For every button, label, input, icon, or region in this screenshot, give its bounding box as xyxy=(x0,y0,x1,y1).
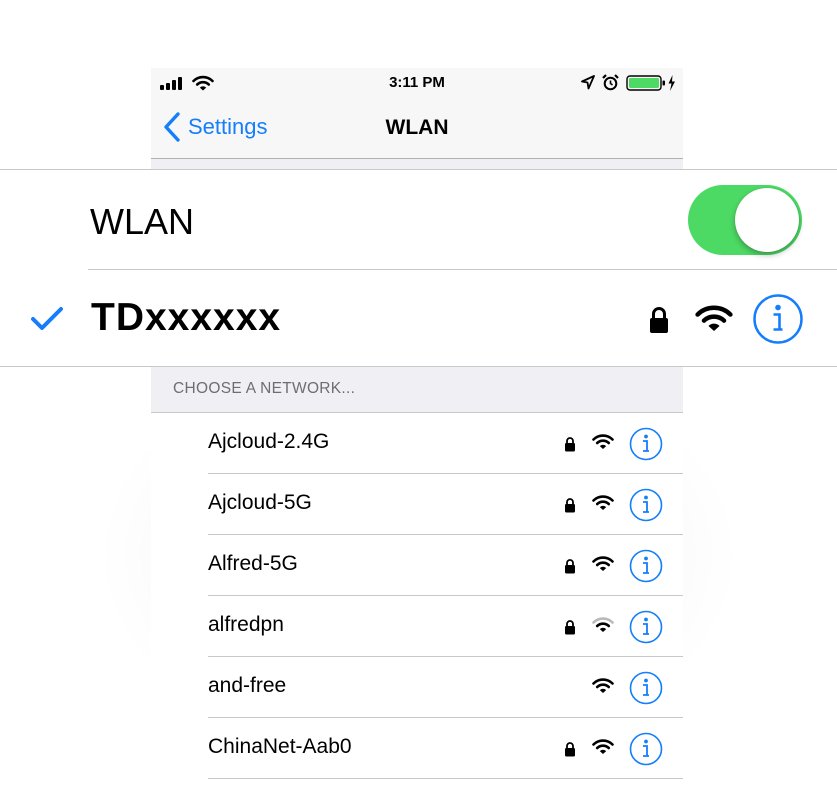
section-header-label: CHOOSE A NETWORK... xyxy=(173,380,356,397)
wlan-toggle[interactable] xyxy=(688,185,802,255)
wifi-signal-icon xyxy=(592,433,614,455)
wifi-signal-icon xyxy=(695,305,733,331)
wlan-toggle-label: WLAN xyxy=(90,201,195,242)
toggle-knob xyxy=(735,188,799,252)
network-row[interactable]: and-free xyxy=(151,657,683,718)
checkmark-icon xyxy=(31,307,63,330)
zoomed-wlan-panel: WLAN TDxxxxxx xyxy=(0,169,837,367)
lock-icon xyxy=(564,558,576,579)
info-icon[interactable] xyxy=(752,293,804,345)
lock-icon xyxy=(650,307,668,333)
alarm-clock-icon xyxy=(602,74,619,91)
divider xyxy=(88,269,837,270)
network-name: and-free xyxy=(208,674,287,697)
wifi-signal-icon xyxy=(592,738,614,760)
page-title: WLAN xyxy=(385,116,449,139)
wifi-signal-icon xyxy=(592,555,614,577)
network-row[interactable]: ChinaNet-Aab0 xyxy=(151,718,683,779)
connected-network-name: TDxxxxxx xyxy=(91,296,282,339)
info-icon[interactable] xyxy=(629,671,663,710)
network-row[interactable]: Ajcloud-5G xyxy=(151,474,683,535)
wifi-signal-icon xyxy=(592,677,614,699)
network-list: Ajcloud-2.4G Ajcloud-5G Alfred-5G alfredpn a… xyxy=(151,413,683,792)
info-icon[interactable] xyxy=(629,549,663,588)
lock-icon xyxy=(564,619,576,640)
network-name: Ajcloud-2.4G xyxy=(208,430,330,453)
location-arrow-icon xyxy=(581,75,595,90)
wifi-signal-icon xyxy=(592,494,614,516)
network-row[interactable]: alfredpn xyxy=(151,596,683,657)
network-row[interactable]: Alfred-5G xyxy=(151,535,683,596)
info-icon[interactable] xyxy=(629,427,663,466)
lock-icon xyxy=(564,497,576,518)
section-header: CHOOSE A NETWORK... xyxy=(151,366,683,413)
battery-charging-icon xyxy=(626,75,675,91)
network-name: Alfred-5G xyxy=(208,552,298,575)
network-name: ChinaNet-Aab0 xyxy=(208,735,352,758)
info-icon[interactable] xyxy=(629,610,663,649)
network-name: Ajcloud-5G xyxy=(208,491,312,514)
row-divider xyxy=(208,778,683,779)
network-row[interactable]: Ajcloud-2.4G xyxy=(151,413,683,474)
info-icon[interactable] xyxy=(629,488,663,527)
lock-icon xyxy=(564,741,576,762)
navigation-bar: Settings WLAN xyxy=(151,98,683,159)
network-name: alfredpn xyxy=(208,613,284,636)
wifi-signal-icon xyxy=(592,616,614,638)
info-icon[interactable] xyxy=(629,732,663,771)
lock-icon xyxy=(564,436,576,457)
status-bar: 3:11 PM xyxy=(151,68,683,98)
